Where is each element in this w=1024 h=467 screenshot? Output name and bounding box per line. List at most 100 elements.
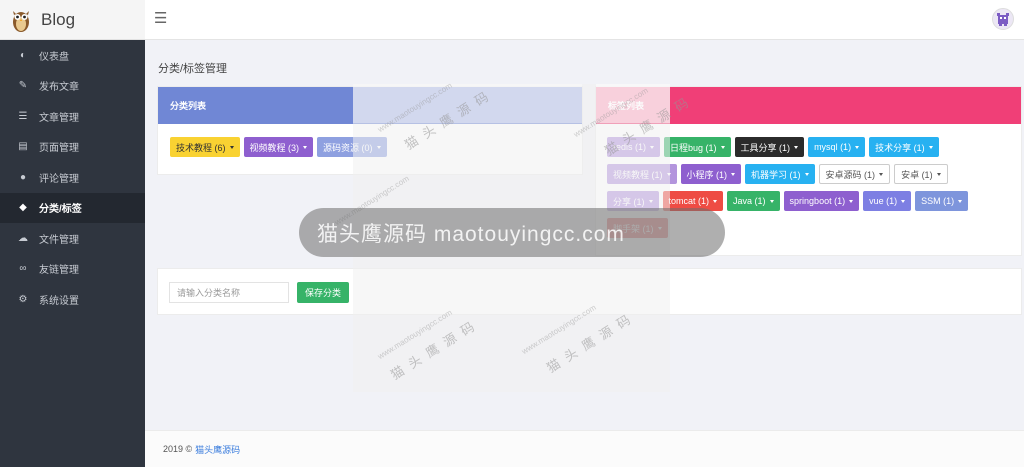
caret-down-icon bbox=[958, 199, 963, 203]
tag-dropdown-button[interactable]: redis (1) bbox=[607, 137, 661, 157]
caret-down-icon bbox=[928, 145, 933, 149]
tag-label: 分享 (1) bbox=[613, 196, 645, 207]
tags-icon: ◆ bbox=[19, 202, 27, 214]
caret-down-icon bbox=[936, 172, 941, 176]
sidebar-item[interactable]: ✎ 发布文章 bbox=[0, 71, 145, 102]
tag-label: 视频教程 (3) bbox=[249, 142, 300, 153]
caret-down-icon bbox=[794, 145, 799, 149]
tag-dropdown-button[interactable]: 安卓 (1) bbox=[894, 164, 948, 184]
tag-dropdown-button[interactable]: 技术教程 (6) bbox=[170, 137, 240, 157]
sidebar-item[interactable]: ● 评论管理 bbox=[0, 162, 145, 193]
tag-label: 技术分享 (1) bbox=[875, 142, 925, 153]
sidebar-item-label: 系统设置 bbox=[39, 295, 79, 307]
owl-logo-icon bbox=[10, 7, 32, 33]
edit-icon: ✎ bbox=[18, 80, 28, 92]
caret-down-icon bbox=[650, 145, 655, 149]
tag-label: tomcat (1) bbox=[668, 196, 710, 206]
tag-dropdown-button[interactable]: springboot (1) bbox=[783, 191, 860, 211]
sidebar-item-label: 评论管理 bbox=[39, 173, 79, 185]
brand[interactable]: Blog bbox=[0, 0, 145, 40]
tag-dropdown-button[interactable]: 日程bug (1) bbox=[664, 137, 731, 157]
tag-label: 脚手架 (1) bbox=[613, 223, 654, 234]
comments-icon: ● bbox=[19, 171, 27, 183]
tag-row: 脚手架 (1) bbox=[607, 218, 668, 238]
sidebar-item-label: 发布文章 bbox=[39, 82, 79, 94]
user-avatar[interactable] bbox=[992, 8, 1014, 30]
caret-down-icon bbox=[376, 145, 381, 149]
top-header: ☰ bbox=[145, 0, 1024, 40]
tag-dropdown-button[interactable]: 工具分享 (1) bbox=[734, 137, 805, 157]
tag-label: mysql (1) bbox=[814, 142, 852, 152]
tag-label: 视频教程 (1) bbox=[613, 169, 663, 180]
tag-label: Java (1) bbox=[733, 196, 766, 206]
cloud-upload-icon: ☁ bbox=[18, 232, 28, 244]
footer-copyright: 2019 © bbox=[163, 444, 193, 454]
file-icon: ▤ bbox=[18, 141, 28, 153]
caret-down-icon bbox=[720, 145, 725, 149]
caret-down-icon bbox=[648, 199, 653, 203]
sidebar-item[interactable]: ▤ 页面管理 bbox=[0, 132, 145, 163]
sidebar-item[interactable]: ◆ 分类/标签 bbox=[0, 192, 145, 223]
tag-dropdown-button[interactable]: 技术分享 (1) bbox=[869, 137, 939, 157]
sidebar-item[interactable]: ☰ 文章管理 bbox=[0, 101, 145, 132]
caret-down-icon bbox=[657, 226, 662, 230]
tag-dropdown-button[interactable]: 分享 (1) bbox=[607, 191, 659, 211]
tag-row: 视频教程 (1) 小程序 (1) 机器学习 (1) 安卓源码 (1) 安卓 (1) bbox=[607, 164, 948, 184]
tag-dropdown-button[interactable]: 视频教程 (3) bbox=[243, 137, 314, 157]
tag-dropdown-button[interactable]: 小程序 (1) bbox=[680, 164, 742, 184]
tag-panel-title: 标签列表 bbox=[596, 87, 1021, 124]
caret-down-icon bbox=[769, 199, 774, 203]
caret-down-icon bbox=[849, 199, 854, 203]
caret-down-icon bbox=[731, 172, 736, 176]
tag-dropdown-button[interactable]: SSM (1) bbox=[915, 191, 969, 211]
tag-dropdown-button[interactable]: 机器学习 (1) bbox=[745, 164, 815, 184]
menu-toggle-icon[interactable]: ☰ bbox=[154, 11, 167, 26]
tag-label: redis (1) bbox=[613, 142, 647, 152]
save-category-button[interactable]: 保存分类 bbox=[297, 282, 350, 303]
sidebar-item-label: 友链管理 bbox=[39, 265, 79, 277]
tag-dropdown-button[interactable]: 源码资源 (0) bbox=[317, 137, 387, 157]
caret-down-icon bbox=[303, 145, 308, 149]
tag-row: 分享 (1) tomcat (1) Java (1) springboot (1) vu… bbox=[607, 191, 969, 211]
tag-label: SSM (1) bbox=[921, 196, 955, 206]
add-category-panel: 保存分类 bbox=[157, 268, 1022, 315]
caret-down-icon bbox=[713, 199, 718, 203]
tag-label: 安卓 (1) bbox=[901, 169, 933, 180]
gear-icon: ⚙ bbox=[18, 293, 28, 305]
category-panel-title: 分类列表 bbox=[158, 87, 582, 124]
caret-down-icon bbox=[804, 172, 809, 176]
category-name-input[interactable] bbox=[169, 282, 289, 303]
tag-dropdown-button[interactable]: Java (1) bbox=[727, 191, 780, 211]
tag-dropdown-button[interactable]: vue (1) bbox=[863, 191, 912, 211]
sidebar-menu: ◐ 仪表盘 ✎ 发布文章 ☰ 文章管理 ▤ 页面管理 ● 评论管理 ◆ 分类/标签 ☁ 文件管理 ∞ 友链管理… bbox=[0, 40, 145, 315]
dashboard-icon: ◐ bbox=[19, 49, 27, 61]
tag-dropdown-button[interactable]: 安卓源码 (1) bbox=[818, 164, 891, 184]
sidebar-item[interactable]: ∞ 友链管理 bbox=[0, 254, 145, 285]
sidebar: Blog ◐ 仪表盘 ✎ 发布文章 ☰ 文章管理 ▤ 页面管理 ● 评论管理 ◆ 分类/标签 ☁ 文件管理… bbox=[0, 0, 145, 467]
caret-down-icon bbox=[666, 172, 671, 176]
caret-down-icon bbox=[855, 145, 860, 149]
sidebar-item[interactable]: ⚙ 系统设置 bbox=[0, 284, 145, 315]
tag-dropdown-button[interactable]: 脚手架 (1) bbox=[607, 218, 668, 238]
sidebar-item-label: 文件管理 bbox=[39, 234, 79, 246]
tag-dropdown-button[interactable]: tomcat (1) bbox=[662, 191, 724, 211]
main-content: 分类/标签管理 分类列表 技术教程 (6) 视频教程 (3) 源码资源 (0) 标签… bbox=[145, 41, 1024, 467]
tag-label: 安卓源码 (1) bbox=[825, 169, 876, 180]
tag-label: 机器学习 (1) bbox=[751, 169, 801, 180]
tag-panel: 标签列表 redis (1) 日程bug (1) 工具分享 (1) mysql (1)… bbox=[595, 86, 1022, 256]
page-title: 分类/标签管理 bbox=[158, 63, 228, 75]
caret-down-icon bbox=[901, 199, 906, 203]
tag-dropdown-button[interactable]: 视频教程 (1) bbox=[607, 164, 677, 184]
sidebar-item-label: 文章管理 bbox=[39, 112, 79, 124]
avatar-image-icon bbox=[997, 13, 1009, 26]
sidebar-item[interactable]: ☁ 文件管理 bbox=[0, 223, 145, 254]
tag-label: 小程序 (1) bbox=[686, 169, 728, 180]
tag-label: 源码资源 (0) bbox=[323, 142, 373, 153]
tag-label: 工具分享 (1) bbox=[740, 142, 791, 153]
sidebar-item[interactable]: ◐ 仪表盘 bbox=[0, 40, 145, 71]
tag-dropdown-button[interactable]: mysql (1) bbox=[808, 137, 866, 157]
tag-label: springboot (1) bbox=[789, 196, 846, 206]
footer-site-link[interactable]: 猫头鹰源码 bbox=[195, 443, 240, 456]
footer: 2019 © 猫头鹰源码 bbox=[145, 430, 1024, 467]
brand-title: Blog bbox=[41, 9, 76, 29]
